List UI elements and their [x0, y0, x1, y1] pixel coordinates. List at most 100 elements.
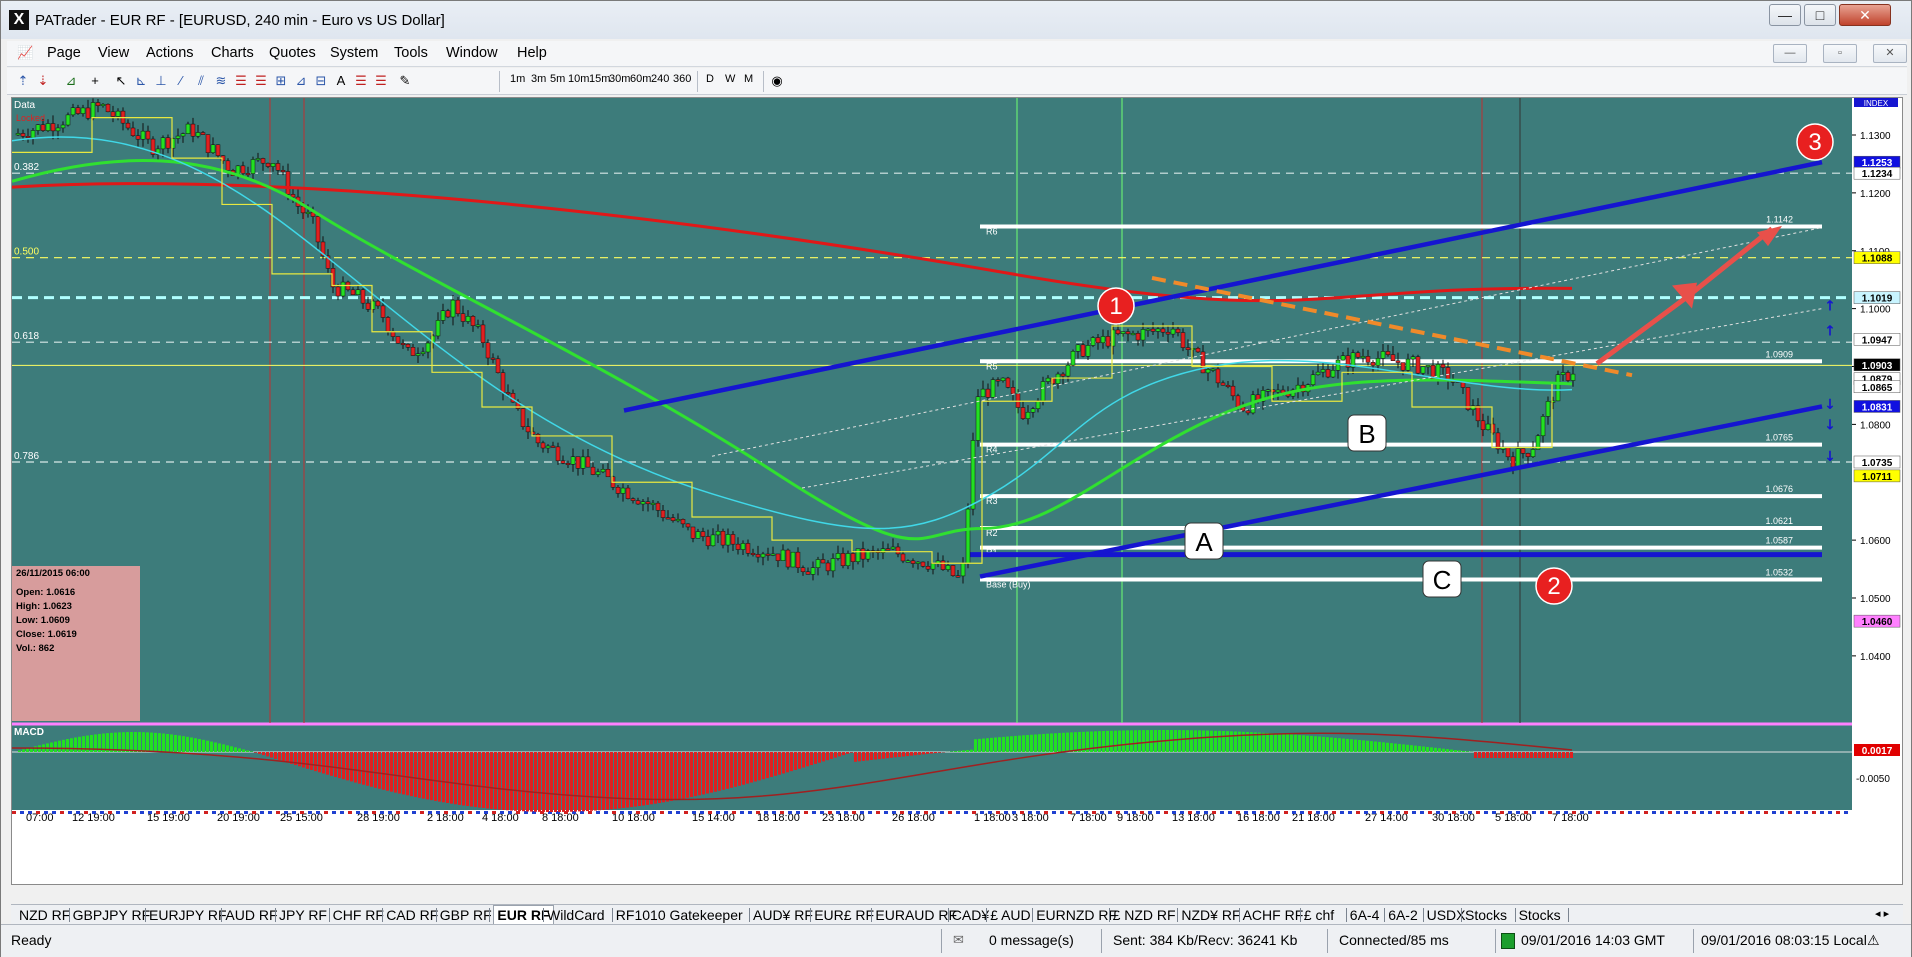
- clock-icon[interactable]: ◉: [769, 73, 785, 89]
- tab-7[interactable]: GBP RF: [440, 907, 492, 923]
- session-strip: [1612, 811, 1616, 814]
- macd-histogram-bar: [970, 749, 973, 752]
- tab-24[interactable]: Stocks: [1465, 907, 1507, 923]
- cycle-icon[interactable]: ⊟: [313, 73, 329, 89]
- session-strip: [188, 811, 192, 814]
- candle-body: [1165, 331, 1171, 335]
- timeframe-30m[interactable]: 30m: [609, 73, 630, 85]
- tab-9[interactable]: WildCard: [547, 907, 605, 923]
- menu-page[interactable]: Page: [47, 45, 81, 61]
- channel-tool-icon[interactable]: ⊥: [153, 73, 169, 89]
- macd-histogram-bar: [306, 752, 309, 769]
- menu-help[interactable]: Help: [517, 45, 547, 61]
- menu-tools[interactable]: Tools: [394, 45, 428, 61]
- crosshair-down-icon[interactable]: ⇣: [35, 73, 51, 89]
- pitchfork-icon[interactable]: ⊿: [293, 73, 309, 89]
- pen-tool-icon[interactable]: ✎: [397, 73, 413, 89]
- tab-13[interactable]: EURAUD RF: [875, 907, 957, 923]
- tab-scroll-arrows-icon[interactable]: ◂ ▸: [1875, 907, 1889, 920]
- tab-19[interactable]: ACHF RF: [1243, 907, 1304, 923]
- period-weekly[interactable]: W: [725, 73, 735, 85]
- tab-14[interactable]: CAD¥: [952, 907, 989, 923]
- timeframe-360[interactable]: 360: [673, 73, 691, 85]
- tab-22[interactable]: 6A-2: [1388, 907, 1418, 923]
- price-chart[interactable]: 0.382 0.500 0.618 0.786 R6 1.1142 R5 1.0909 R4 1.…: [12, 98, 1902, 884]
- close-button[interactable]: ✕: [1839, 4, 1891, 26]
- menu-system[interactable]: System: [330, 45, 378, 61]
- timeframe-1m[interactable]: 1m: [510, 73, 525, 85]
- tab-4[interactable]: JPY RF: [279, 907, 327, 923]
- maximize-button[interactable]: □: [1804, 4, 1836, 26]
- tab-20[interactable]: £ chf: [1304, 907, 1334, 923]
- message-icon[interactable]: ✉: [953, 932, 964, 948]
- macd-histogram-bar: [798, 752, 801, 769]
- mdi-minimize-button[interactable]: —: [1773, 44, 1807, 63]
- candle-body: [210, 144, 216, 153]
- minimize-button[interactable]: —: [1769, 4, 1801, 26]
- tab-3[interactable]: AUD RF: [225, 907, 277, 923]
- status-messages[interactable]: 0 message(s): [989, 932, 1074, 948]
- fib-time-icon[interactable]: ☰: [353, 73, 369, 89]
- tab-23[interactable]: USDX: [1427, 907, 1466, 923]
- tab-12[interactable]: EUR£ RF: [814, 907, 874, 923]
- tab-5[interactable]: CHF RF: [333, 907, 384, 923]
- crosshair-icon[interactable]: +: [87, 73, 103, 89]
- macd-histogram-bar: [1542, 752, 1545, 758]
- menu-window[interactable]: Window: [446, 45, 498, 61]
- timeframe-15m[interactable]: 15m: [589, 73, 610, 85]
- timeframe-240[interactable]: 240: [651, 73, 669, 85]
- timeframe-5m[interactable]: 5m: [550, 73, 565, 85]
- candle-body: [1565, 372, 1571, 381]
- fib-extension-icon[interactable]: ☰: [253, 73, 269, 89]
- period-monthly[interactable]: M: [744, 73, 753, 85]
- tab-1[interactable]: GBPJPY RF: [73, 907, 151, 923]
- timeframe-60m[interactable]: 60m: [630, 73, 651, 85]
- tab-10[interactable]: RF1010 Gatekeeper: [616, 907, 743, 923]
- candle-body: [1140, 329, 1146, 341]
- trendline-icon[interactable]: ∕: [173, 73, 189, 89]
- text-tool-icon[interactable]: A: [333, 73, 349, 89]
- fib-fan-icon[interactable]: ⫽: [193, 73, 209, 89]
- crosshair-up-icon[interactable]: ⇡: [15, 73, 31, 89]
- session-strip: [1212, 811, 1216, 814]
- tab-6[interactable]: CAD RF: [386, 907, 438, 923]
- fib-retracement-icon[interactable]: ☰: [233, 73, 249, 89]
- menu-view[interactable]: View: [98, 45, 129, 61]
- gann-icon[interactable]: ⊞: [273, 73, 289, 89]
- timeframe-10m[interactable]: 10m: [568, 73, 589, 85]
- tab-0[interactable]: NZD RF: [19, 907, 70, 923]
- pointer-icon[interactable]: ↖: [113, 73, 129, 89]
- tab-16[interactable]: EURNZD RF: [1036, 907, 1117, 923]
- tab-15[interactable]: £ AUD: [990, 907, 1030, 923]
- mdi-close-button[interactable]: ✕: [1873, 44, 1907, 63]
- chart-type-icon[interactable]: ⊿: [63, 73, 79, 89]
- session-strip: [180, 811, 184, 814]
- tab-11[interactable]: AUD¥ RF: [753, 907, 813, 923]
- menu-charts[interactable]: Charts: [211, 45, 254, 61]
- menu-actions[interactable]: Actions: [146, 45, 194, 61]
- tab-21[interactable]: 6A-4: [1350, 907, 1380, 923]
- menu-quotes[interactable]: Quotes: [269, 45, 316, 61]
- fib-zones-icon[interactable]: ☰: [373, 73, 389, 89]
- macd-histogram-bar: [958, 750, 961, 752]
- timeframe-3m[interactable]: 3m: [531, 73, 546, 85]
- line-tool-icon[interactable]: ⊾: [133, 73, 149, 89]
- tab-8[interactable]: EUR RF: [493, 905, 554, 925]
- period-daily[interactable]: D: [706, 73, 714, 85]
- candle-body: [710, 534, 716, 547]
- alert-icon[interactable]: ⚠: [1867, 932, 1880, 949]
- macd-histogram-bar: [1438, 748, 1441, 752]
- chart-panel[interactable]: 0.382 0.500 0.618 0.786 R6 1.1142 R5 1.0909 R4 1.…: [11, 97, 1903, 885]
- tab-2[interactable]: EURJPY RF: [149, 907, 227, 923]
- tab-17[interactable]: £ NZD RF: [1113, 907, 1176, 923]
- mdi-restore-button[interactable]: ▫: [1823, 44, 1857, 63]
- macd-histogram-bar: [1274, 733, 1277, 752]
- session-strip: [516, 811, 520, 814]
- page-chart-icon[interactable]: 📈: [17, 45, 33, 61]
- tab-25[interactable]: Stocks: [1519, 907, 1561, 923]
- tab-18[interactable]: NZD¥ RF: [1181, 907, 1240, 923]
- candle-body: [1370, 362, 1376, 366]
- macd-histogram-bar: [1490, 752, 1493, 758]
- fib-arc-icon[interactable]: ≋: [213, 73, 229, 89]
- macd-histogram-bar: [1302, 735, 1305, 752]
